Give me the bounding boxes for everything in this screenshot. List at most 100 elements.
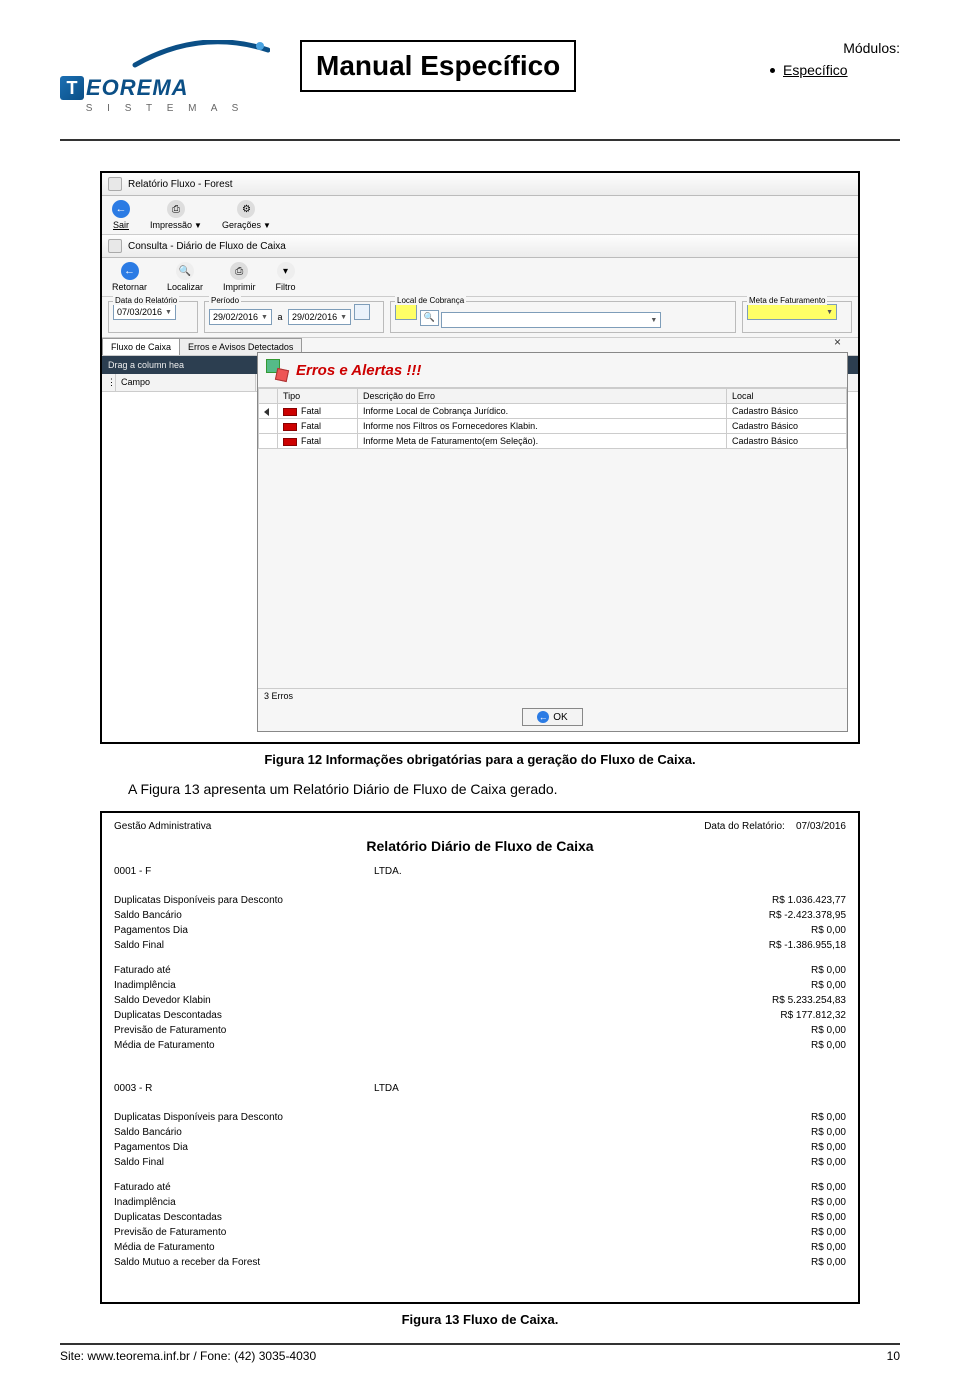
printer-icon: ⎙ [167,200,185,218]
report-row: Saldo Mutuo a receber da Forest R$ 0,00 [114,1255,846,1270]
row-value: R$ 0,00 [811,1197,846,1208]
footer-page-number: 10 [887,1349,900,1363]
filter-icon: ▾ [277,262,295,280]
chevron-down-icon: ▼ [650,317,657,324]
errors-modal: × Erros e Alertas !!! Tipo Descrição do … [257,352,848,732]
row-value: R$ 0,00 [811,1127,846,1138]
table-row[interactable]: Fatal Informe Local de Cobrança Jurídico… [259,404,847,419]
alert-icon [266,359,288,381]
row-value: R$ 0,00 [811,1242,846,1253]
row-label: Faturado até [114,1182,171,1193]
row-label: Faturado até [114,965,171,976]
chevron-down-icon: ▼ [263,221,271,230]
page-header: T EOREMA S I S T E M A S Manual Específi… [60,40,900,114]
col-tipo: Tipo [278,389,358,404]
localizar-button[interactable]: 🔍 Localizar [167,262,203,292]
report-row: Saldo Devedor KlabinR$ 5.233.254,83 [114,993,846,1008]
periodo-label: Período [209,296,241,305]
row-value: R$ -1.386.955,18 [769,940,846,951]
report-row: Duplicatas Disponíveis para DescontoR$ 0… [114,1110,846,1125]
logo-letter: T [60,76,84,100]
meta-faturamento-label: Meta de Faturamento [747,296,827,305]
periodo-to-field[interactable]: 29/02/2016▼ [288,309,351,325]
chevron-down-icon: ▼ [826,309,833,316]
figure-12-caption: Figura 12 Informações obrigatórias para … [60,752,900,767]
periodo-from-field[interactable]: 29/02/2016▼ [209,309,272,325]
page-footer: Site: www.teorema.inf.br / Fone: (42) 30… [60,1343,900,1363]
chevron-down-icon: ▼ [194,221,202,230]
report-row: Previsão de Faturamento R$ 0,00 [114,1225,846,1240]
data-relatorio-field[interactable]: 07/03/2016▼ [113,304,176,320]
impressao-button[interactable]: ⎙ Impressão▼ [150,200,202,230]
row-value: R$ 5.233.254,83 [772,995,846,1006]
modal-footer: 3 Erros [258,688,847,703]
fatal-flag-icon [283,438,297,446]
modal-title: Erros e Alertas !!! [296,362,421,379]
chevron-down-icon: ▼ [165,309,172,316]
page-title: Manual Específico [300,40,576,92]
ok-button[interactable]: ← OK [522,708,582,726]
filtro-button[interactable]: ▾ Filtro [276,262,296,292]
row-label: Saldo Mutuo a receber da Forest [114,1257,260,1268]
gear-icon: ⚙ [237,200,255,218]
row-value: R$ 0,00 [811,1227,846,1238]
figure-13-screenshot: Gestão Administrativa Data do Relatório:… [100,811,860,1304]
data-relatorio-label: Data do Relatório [113,296,179,305]
retornar-button[interactable]: ← Retornar [112,262,147,292]
row-label: Inadimplência [114,1197,176,1208]
geracoes-button[interactable]: ⚙ Gerações▼ [222,200,271,230]
report-row: Previsão de FaturamentoR$ 0,00 [114,1023,846,1038]
row-label: Duplicatas Descontadas [114,1010,222,1021]
row-label: Saldo Final [114,1157,164,1168]
logo: T EOREMA S I S T E M A S [60,40,270,114]
report-row: Saldo FinalR$ 0,00 [114,1155,846,1170]
chevron-down-icon: ▼ [340,314,347,321]
local-cobranca-label: Local de Cobrança [395,296,466,305]
logo-subtext: S I S T E M A S [60,103,270,114]
local-cobranca-field[interactable]: ▼ [441,312,661,328]
imprimir-button[interactable]: ⎙ Imprimir [223,262,256,292]
row-label: Média de Faturamento [114,1242,215,1253]
row-value: R$ 0,00 [811,1142,846,1153]
fatal-flag-icon [283,423,297,431]
row-label: Pagamentos Dia [114,1142,188,1153]
section-name: LTDA [374,1083,399,1094]
periodo-sep: a [275,312,286,322]
figure-12-screenshot: Relatório Fluxo - Forest ← Sair ⎙ Impres… [100,171,860,744]
window-icon [108,239,122,253]
row-label: Média de Faturamento [114,1040,215,1051]
modules-box: Módulos: Específico [770,40,900,78]
row-value: R$ 0,00 [811,1257,846,1268]
logo-curve-icon [130,40,270,70]
body-paragraph: A Figura 13 apresenta um Relatório Diári… [100,781,860,797]
close-icon[interactable]: × [834,335,841,349]
sair-button[interactable]: ← Sair [112,200,130,230]
row-label: Previsão de Faturamento [114,1227,226,1238]
window-icon [108,177,122,191]
row-value: R$ 0,00 [811,1040,846,1051]
row-value: R$ 0,00 [811,965,846,976]
row-label: Previsão de Faturamento [114,1025,226,1036]
bullet-icon [770,68,775,73]
row-label: Saldo Bancário [114,910,182,921]
local-cobranca-code[interactable] [395,304,417,320]
meta-faturamento-field[interactable]: ▼ [747,304,837,320]
back-icon: ← [121,262,139,280]
row-value: R$ 0,00 [811,925,846,936]
report-body: 0001 - FLTDA.Duplicatas Disponíveis para… [114,866,846,1290]
section-code: 0001 - F [114,866,374,877]
local-cobranca-lookup[interactable]: 🔍 [420,310,439,326]
row-value: R$ -2.423.378,95 [769,910,846,921]
report-row: Inadimplência R$ 0,00 [114,1195,846,1210]
table-row[interactable]: Fatal Informe nos Filtros os Fornecedore… [259,419,847,434]
report-row: Duplicatas Descontadas R$ 177.812,32 [114,1008,846,1023]
table-row[interactable]: Fatal Informe Meta de Faturamento(em Sel… [259,434,847,449]
row-label: Duplicatas Descontadas [114,1212,222,1223]
modules-heading: Módulos: [770,40,900,56]
row-label: Duplicatas Disponíveis para Desconto [114,895,283,906]
row-value: R$ 177.812,32 [780,1010,846,1021]
chevron-down-icon: ▼ [261,314,268,321]
row-label: Saldo Bancário [114,1127,182,1138]
periodo-aux-button[interactable] [354,304,370,320]
tab-fluxo-caixa[interactable]: Fluxo de Caixa [102,338,180,355]
